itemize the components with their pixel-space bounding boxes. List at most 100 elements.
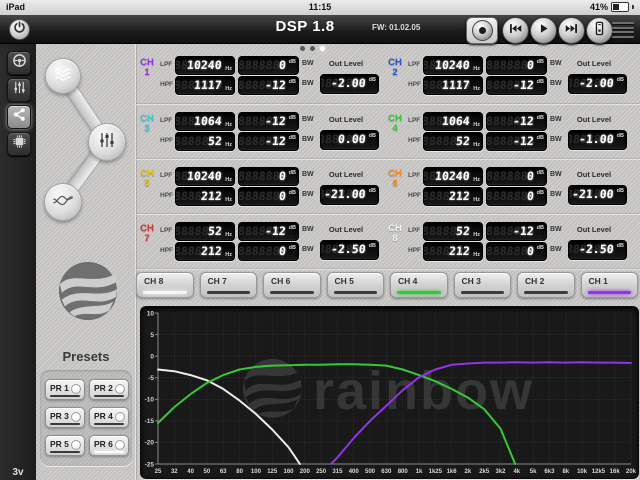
ch1-lpf-freq-display[interactable]: 888888810240Hz (175, 56, 235, 75)
lcd-value: 10240 (435, 58, 471, 72)
ch2-lpf-freq-display[interactable]: 888888810240Hz (423, 56, 483, 75)
tab-ch4[interactable]: CH 4 (390, 272, 448, 298)
ch2-hpf-freq-display[interactable]: 88888881117Hz (423, 76, 483, 95)
next-button[interactable] (558, 17, 585, 44)
power-button[interactable] (9, 19, 30, 40)
preset-led (71, 412, 81, 422)
drag-handle-icon[interactable] (612, 22, 634, 38)
tab-ch1[interactable]: CH 1 (581, 272, 639, 298)
preset-pr6[interactable]: PR 6 (89, 435, 129, 456)
previous-button[interactable] (502, 17, 529, 44)
ch3-lpf-freq-display[interactable]: 88888881064Hz (175, 112, 235, 131)
ch2-hpf-gain-display[interactable]: 8888888-12dB (486, 76, 547, 95)
ch1-hpf-gain-display[interactable]: 8888888-12dB (238, 76, 299, 95)
ch4-lpf-gain-display[interactable]: 8888888-12dB (486, 112, 547, 131)
ch6-hpf-freq-display[interactable]: 8888888212Hz (423, 187, 483, 206)
ch8-out-level-display[interactable]: 8888888-2.50dB (568, 240, 627, 260)
lcd-unit: dB (617, 77, 624, 83)
tab-label: CH 4 (398, 276, 417, 286)
ch6-lpf-freq-display[interactable]: 888888810240Hz (423, 167, 483, 186)
ch1-lpf-gain-display[interactable]: 88888880dB (238, 56, 299, 75)
lcd-unit: dB (289, 115, 296, 121)
ch4-out-level-display[interactable]: 8888888-1.00dB (568, 130, 627, 150)
ch7-hpf-gain-display[interactable]: 88888880dB (238, 242, 299, 261)
preset-pr2[interactable]: PR 2 (89, 379, 129, 400)
preset-pr5[interactable]: PR 5 (45, 435, 85, 456)
ch8-lpf-gain-display[interactable]: 8888888-12dB (486, 222, 547, 241)
ch8-hpf-gain-display[interactable]: 88888880dB (486, 242, 547, 261)
ch5-out-level-display[interactable]: 8888888-21.00dB (320, 185, 379, 205)
ch7-lpf-gain-display[interactable]: 8888888-12dB (238, 222, 299, 241)
ch7-lpf-freq-display[interactable]: 888888852Hz (175, 222, 235, 241)
svg-text:1k25: 1k25 (429, 469, 443, 475)
ch2-lpf-gain-display[interactable]: 88888880dB (486, 56, 547, 75)
share-nodes-button[interactable] (7, 105, 31, 129)
lcd-unit: Hz (225, 197, 232, 203)
ch3-hpf-freq-display[interactable]: 888888852Hz (175, 132, 235, 151)
lpf-label: LPF (408, 117, 420, 124)
channel-strip-ch1: CH1LPFHPF888888810240Hz88888880dBBW88888… (136, 50, 380, 100)
crossover-curves-button[interactable] (44, 183, 82, 221)
svg-text:800: 800 (398, 469, 409, 475)
ch3-out-level-display[interactable]: 88888880.00dB (320, 130, 379, 150)
svg-text:32: 32 (171, 469, 178, 475)
ch8-lpf-freq-display[interactable]: 888888852Hz (423, 222, 483, 241)
play-button[interactable] (530, 17, 557, 44)
preset-pr4[interactable]: PR 4 (89, 407, 129, 428)
tab-ch5[interactable]: CH 5 (327, 272, 385, 298)
mixer-sliders-button[interactable] (7, 78, 31, 102)
ch3-lpf-gain-display[interactable]: 8888888-12dB (238, 112, 299, 131)
tab-ch2[interactable]: CH 2 (517, 272, 575, 298)
tab-ch3[interactable]: CH 3 (454, 272, 512, 298)
ch6-hpf-gain-display[interactable]: 88888880dB (486, 187, 547, 206)
preset-underline (94, 395, 124, 397)
svg-text:-15: -15 (145, 418, 155, 425)
svg-text:3k2: 3k2 (495, 469, 506, 475)
ch7-out-level-display[interactable]: 8888888-2.50dB (320, 240, 379, 260)
ch4-hpf-freq-display[interactable]: 888888852Hz (423, 132, 483, 151)
ch7-hpf-freq-display[interactable]: 8888888212Hz (175, 242, 235, 261)
ch8-hpf-freq-display[interactable]: 8888888212Hz (423, 242, 483, 261)
tab-ch8[interactable]: CH 8 (136, 272, 194, 298)
ch1-hpf-freq-display[interactable]: 88888881117Hz (175, 76, 235, 95)
ch4-hpf-gain-display[interactable]: 8888888-12dB (486, 132, 547, 151)
ch5-hpf-freq-display[interactable]: 8888888212Hz (175, 187, 235, 206)
ch2-out-level-display[interactable]: 8888888-2.00dB (568, 74, 627, 94)
preset-label: PR 1 (50, 383, 69, 393)
ch6-lpf-gain-display[interactable]: 88888880dB (486, 167, 547, 186)
preset-pr1[interactable]: PR 1 (45, 379, 85, 400)
ch5-hpf-gain-display[interactable]: 88888880dB (238, 187, 299, 206)
ch5-lpf-freq-display[interactable]: 888888810240Hz (175, 167, 235, 186)
record-button[interactable] (466, 17, 498, 44)
lcd-unit: dB (617, 188, 624, 194)
ch5-lpf-gain-display[interactable]: 88888880dB (238, 167, 299, 186)
channel-label: CH7 (138, 224, 156, 244)
preset-pr3[interactable]: PR 3 (45, 407, 85, 428)
lcd-unit: Hz (473, 86, 480, 92)
title-bar: DSP 1.8 FW: 01.02.05 (0, 15, 640, 44)
lcd-value: 1064 (442, 114, 471, 128)
ch3-hpf-gain-display[interactable]: 8888888-12dB (238, 132, 299, 151)
level-faders-button[interactable] (88, 123, 126, 161)
chip-button[interactable] (7, 132, 31, 156)
hpf-label: HPF (160, 192, 173, 199)
tab-ch6[interactable]: CH 6 (263, 272, 321, 298)
ch1-out-level-display[interactable]: 8888888-2.00dB (320, 74, 379, 94)
lcd-unit: dB (289, 170, 296, 176)
lcd-value: -12 (513, 114, 535, 128)
device-button[interactable] (586, 17, 613, 44)
lowpass-waves-button[interactable] (45, 58, 81, 94)
out-level-label: Out Level (312, 170, 380, 179)
tab-underline (524, 291, 568, 294)
preset-led (71, 384, 81, 394)
tab-ch7[interactable]: CH 7 (200, 272, 258, 298)
svg-text:10: 10 (147, 310, 155, 317)
ch6-out-level-display[interactable]: 8888888-21.00dB (568, 185, 627, 205)
record-icon (472, 20, 493, 41)
lcd-value: 0 (278, 169, 286, 183)
channel-label: CH8 (386, 224, 404, 244)
ch4-lpf-freq-display[interactable]: 88888881064Hz (423, 112, 483, 131)
tab-label: CH 7 (208, 276, 227, 286)
steering-wheel-button[interactable] (7, 51, 31, 75)
channel-label: CH5 (138, 169, 156, 189)
